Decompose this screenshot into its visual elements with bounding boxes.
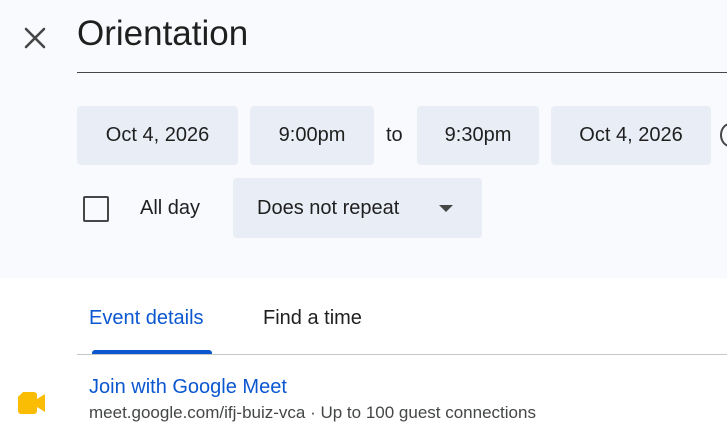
repeat-dropdown[interactable]: Does not repeat	[233, 178, 482, 238]
end-time-label: 9:30pm	[444, 124, 512, 146]
caret-down-icon	[439, 205, 453, 212]
start-time-label: 9:00pm	[278, 124, 346, 146]
all-day-label: All day	[140, 197, 201, 219]
event-title-field[interactable]: Orientation	[77, 0, 727, 73]
end-date-label: Oct 4, 2026	[579, 124, 683, 146]
start-date-label: Oct 4, 2026	[105, 124, 210, 146]
time-separator: to	[386, 124, 403, 146]
tab-find-a-time[interactable]: Find a time	[263, 307, 362, 330]
join-google-meet-link[interactable]: Join with Google Meet	[89, 376, 287, 399]
meet-details-text: meet.google.com/ifj-buiz-vca · Up to 100…	[89, 403, 536, 422]
close-icon	[24, 27, 46, 49]
close-button[interactable]	[16, 19, 54, 57]
repeat-value: Does not repeat	[257, 197, 400, 219]
tab-event-details[interactable]: Event details	[89, 307, 204, 330]
end-time-chip[interactable]: 9:30pm	[417, 106, 539, 165]
tabs-divider	[77, 354, 727, 355]
all-day-checkbox[interactable]	[83, 196, 109, 222]
google-meet-icon	[18, 392, 45, 414]
end-date-chip[interactable]: Oct 4, 2026	[551, 106, 711, 165]
start-date-chip[interactable]: Oct 4, 2026	[77, 106, 238, 165]
start-time-chip[interactable]: 9:00pm	[250, 106, 374, 165]
event-title-text: Orientation	[77, 14, 249, 53]
